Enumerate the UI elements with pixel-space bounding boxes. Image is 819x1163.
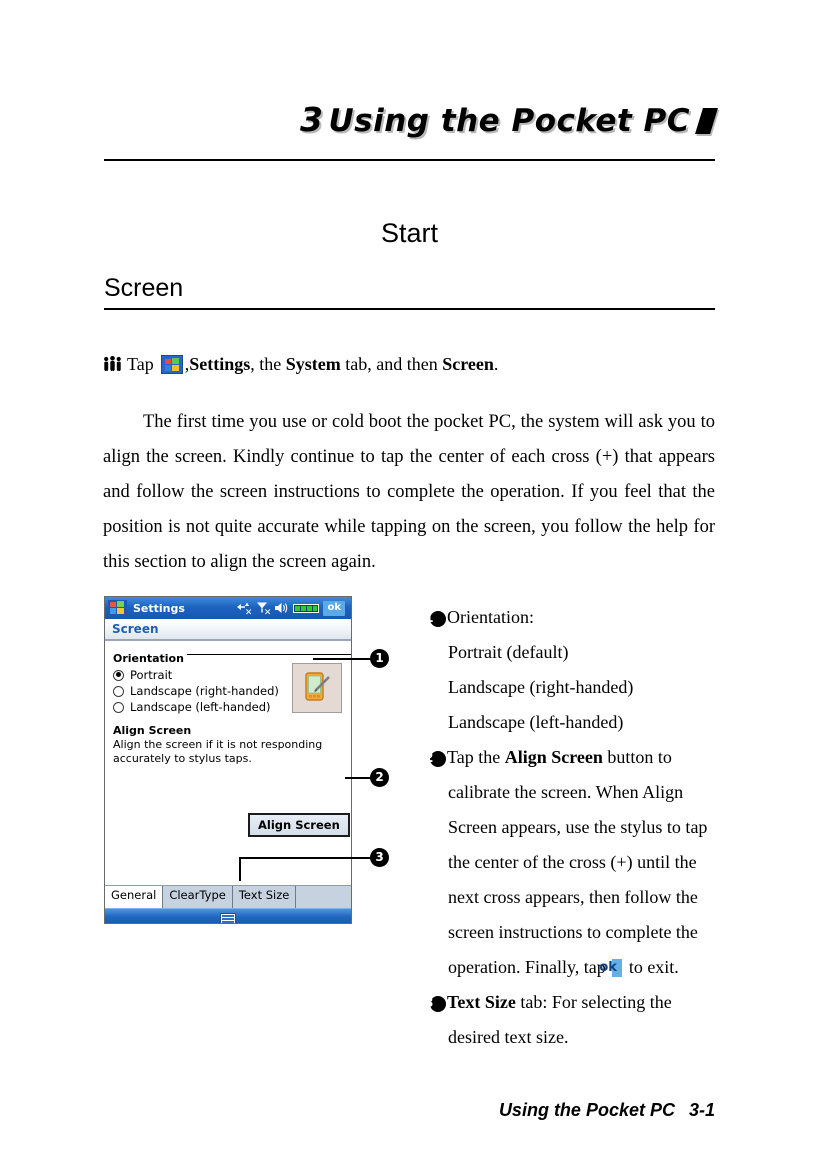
pda-input-panel-bar bbox=[105, 908, 351, 923]
pda-title-label: Settings bbox=[133, 601, 185, 615]
align-screen-keyword: Align Screen bbox=[504, 747, 603, 767]
callout-3-leader-vertical bbox=[239, 857, 241, 881]
callout-3-text: 3 Text Size tab: For selecting the desire… bbox=[424, 985, 720, 1055]
callout-item-1: 1 Orientation: Portrait (default) Landsca… bbox=[424, 600, 720, 740]
tab-text-size[interactable]: Text Size bbox=[232, 886, 297, 908]
pda-settings-body: Orientation Portrait Landscape (right-ha… bbox=[105, 641, 351, 885]
callout-2-text: 2 Tap the Align Screen button to calibrat… bbox=[424, 740, 720, 985]
tab-general[interactable]: General bbox=[105, 886, 164, 908]
pda-tab-bar: General ClearType Text Size bbox=[105, 885, 351, 908]
footer-page-number: 3-1 bbox=[688, 1100, 715, 1120]
settings-keyword: Settings bbox=[189, 354, 251, 374]
connectivity-disconnected-icon[interactable]: ✕ bbox=[236, 601, 253, 618]
text-size-keyword: Text Size bbox=[447, 992, 516, 1012]
radio-button-icon[interactable] bbox=[113, 669, 124, 681]
align-screen-description: Align the screen if it is not responding… bbox=[113, 738, 323, 765]
pda-subtitle-bar: Screen bbox=[105, 619, 351, 641]
tap-instruction-line: Tap ,Settings, the System tab, and then S… bbox=[103, 353, 498, 377]
pda-title-bar: Settings ✕ ✕ ok bbox=[105, 597, 351, 619]
callout-1-heading: Orientation: bbox=[447, 607, 534, 627]
callout-badge-2: 2 bbox=[370, 768, 389, 787]
radio-label: Landscape (right-handed) bbox=[130, 684, 279, 698]
disconnected-x-mark: ✕ bbox=[244, 607, 253, 618]
orientation-group-rule bbox=[177, 654, 351, 655]
callout-2-seg-c: button to calibrate the screen. When Ali… bbox=[448, 747, 708, 977]
pda-status-icon-tray: ✕ ✕ ok bbox=[236, 600, 345, 618]
system-keyword: System bbox=[285, 354, 341, 374]
chapter-title: 3 Using the Pocket PC bbox=[300, 100, 718, 139]
radio-label: Landscape (left-handed) bbox=[130, 700, 271, 714]
intro-paragraph: The first time you use or cold boot the … bbox=[103, 412, 715, 572]
tap-mid-2: tab, and then bbox=[340, 354, 443, 374]
callout-2-seg-d: to exit. bbox=[624, 957, 679, 977]
callout-inline-number-1: 1 bbox=[424, 611, 446, 627]
orientation-option-landscape-left: Landscape (left-handed) bbox=[448, 712, 624, 732]
windows-start-flag-icon[interactable] bbox=[108, 600, 127, 616]
callout-badge-1: 1 bbox=[370, 649, 389, 668]
align-screen-button[interactable]: Align Screen bbox=[248, 813, 350, 837]
callout-2-leader-line bbox=[345, 777, 371, 779]
callout-inline-number-2: 2 bbox=[424, 751, 446, 767]
callout-3-leader-horizontal bbox=[239, 857, 371, 859]
tap-word: Tap bbox=[127, 354, 154, 374]
slash-mark-icon bbox=[695, 108, 718, 134]
orientation-option-portrait: Portrait (default) bbox=[448, 642, 569, 662]
ok-badge-inline: ok bbox=[599, 959, 623, 977]
screen-keyword: Screen bbox=[442, 354, 494, 374]
callout-inline-number-3: 3 bbox=[424, 996, 446, 1012]
section-heading-screen: Screen bbox=[104, 274, 184, 302]
callout-item-3: 3 Text Size tab: For selecting the desire… bbox=[424, 985, 720, 1055]
radio-label: Portrait bbox=[130, 668, 173, 682]
chapter-title-words: Using the Pocket PC bbox=[328, 103, 690, 139]
callout-2-seg-a: Tap the bbox=[447, 747, 505, 767]
align-screen-heading: Align Screen bbox=[113, 724, 192, 737]
pda-subtitle-label: Screen bbox=[112, 622, 159, 636]
pda-with-stylus-icon bbox=[292, 663, 342, 713]
chapter-header: 3 Using the Pocket PC bbox=[104, 100, 718, 139]
page-footer: Using the Pocket PC 3-1 bbox=[104, 1100, 715, 1121]
callout-1-heading-line: 1 Orientation: bbox=[424, 600, 720, 635]
pda-ok-button[interactable]: ok bbox=[323, 600, 345, 616]
callout-1-leader-line bbox=[313, 658, 371, 660]
no-service-x-mark: ✕ bbox=[263, 607, 272, 618]
windows-start-flag-icon bbox=[160, 355, 183, 374]
callout-description-list: 1 Orientation: Portrait (default) Landsca… bbox=[424, 600, 720, 1055]
callout-item-2: 2 Tap the Align Screen button to calibrat… bbox=[424, 740, 720, 985]
group-of-people-icon bbox=[103, 355, 122, 377]
radio-button-icon[interactable] bbox=[113, 685, 124, 697]
tab-bar-filler bbox=[296, 886, 351, 908]
signal-no-service-icon[interactable]: ✕ bbox=[255, 601, 272, 618]
battery-meter-icon[interactable] bbox=[293, 603, 320, 613]
orientation-group-label: Orientation bbox=[113, 652, 187, 665]
tap-mid-1: , the bbox=[250, 354, 286, 374]
speaker-volume-icon[interactable] bbox=[274, 601, 289, 616]
header-divider-rule bbox=[104, 159, 715, 161]
section-divider-rule bbox=[104, 308, 715, 310]
radio-button-icon[interactable] bbox=[113, 701, 124, 713]
pda-screenshot-figure: Settings ✕ ✕ ok Screen Orientation Portr… bbox=[104, 596, 352, 924]
tap-period: . bbox=[493, 354, 499, 374]
keyboard-icon[interactable] bbox=[220, 913, 236, 923]
orientation-option-landscape-right: Landscape (right-handed) bbox=[448, 677, 634, 697]
chapter-number: 3 bbox=[300, 100, 324, 139]
start-title: Start bbox=[380, 218, 439, 248]
footer-title: Using the Pocket PC bbox=[498, 1100, 675, 1120]
tab-cleartype[interactable]: ClearType bbox=[163, 886, 233, 908]
callout-badge-3: 3 bbox=[370, 848, 389, 867]
